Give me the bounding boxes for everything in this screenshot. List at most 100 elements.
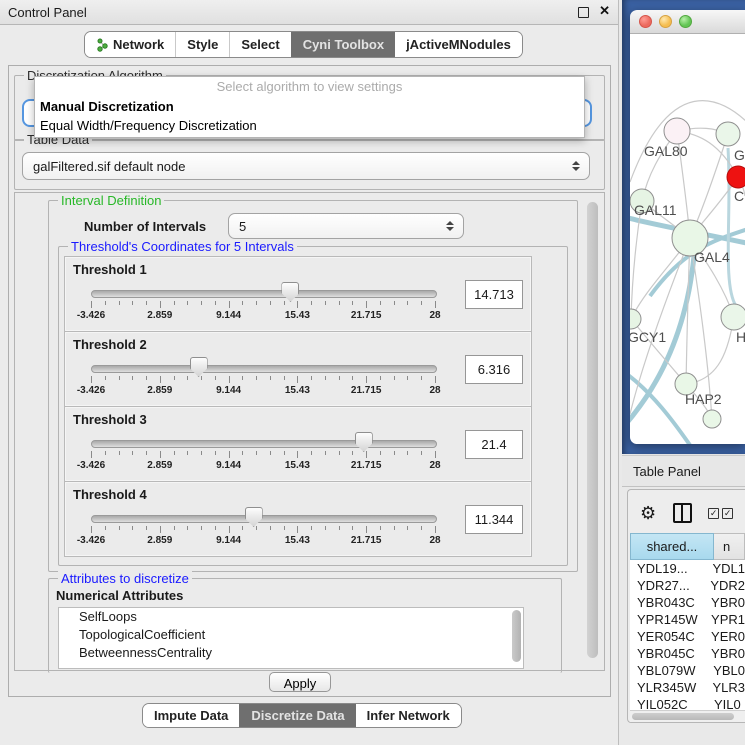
table-panel-titlebar: Table Panel — [622, 455, 745, 487]
column-header-shared-name[interactable]: shared... — [630, 533, 714, 560]
dropdown-placeholder: Select algorithm to view settings — [35, 77, 584, 97]
table-row[interactable]: YBL079WYBL0 — [630, 662, 745, 679]
node-bottom[interactable] — [703, 410, 721, 428]
node-right[interactable] — [721, 304, 745, 330]
slider-scale-labels: -3.4262.8599.14415.4321.71528 — [91, 310, 435, 322]
node-red-selected[interactable] — [727, 166, 745, 188]
threshold-2-box: Threshold 2 -3.4262.8599.14415.4321.7152… — [64, 331, 532, 407]
table-row[interactable]: YLR345WYLR3 — [630, 679, 745, 696]
algorithm-dropdown-popup: Select algorithm to view settings Manual… — [34, 76, 585, 138]
network-canvas[interactable]: GAL80 G. C GAL11 GAL4 GCY1 H HAP2 — [630, 34, 745, 444]
tab-cyni-toolbox[interactable]: Cyni Toolbox — [291, 32, 395, 57]
minimize-traffic-light-icon[interactable] — [659, 15, 672, 28]
network-window-titlebar — [630, 10, 745, 34]
slider-tick-marks — [91, 376, 435, 384]
node-label-gal4: GAL4 — [694, 249, 730, 265]
panel-title: Control Panel — [8, 5, 87, 20]
dropdown-option-manual[interactable]: Manual Discretization — [35, 97, 584, 116]
close-traffic-light-icon[interactable] — [639, 15, 652, 28]
tab-jactivemnodules[interactable]: jActiveMNodules — [395, 32, 522, 57]
table-row[interactable]: YIL052CYIL0 — [630, 696, 745, 710]
slider-scale-labels: -3.4262.8599.14415.4321.71528 — [91, 535, 435, 547]
checkbox-icon[interactable]: ✓ — [722, 508, 733, 519]
table-row[interactable]: YPR145WYPR1 — [630, 611, 745, 628]
node-top-right[interactable] — [716, 122, 740, 146]
tab-discretize-data[interactable]: Discretize Data — [239, 704, 355, 727]
list-item[interactable]: SelfLoops — [59, 608, 523, 626]
number-of-intervals-combobox[interactable]: 5 — [228, 213, 464, 239]
threshold-4-value-field[interactable]: 11.344 — [465, 505, 523, 534]
node-label-clipped-g: G. — [734, 147, 745, 163]
bottom-tabbar: Impute Data Discretize Data Infer Networ… — [142, 703, 462, 728]
node-label-gal80: GAL80 — [644, 143, 688, 159]
attributes-group-title: Attributes to discretize — [58, 571, 192, 586]
threshold-4-slider-track[interactable] — [91, 515, 437, 523]
numerical-attributes-list: SelfLoops TopologicalCoefficient Between… — [58, 607, 524, 669]
network-graph: GAL80 G. C GAL11 GAL4 GCY1 H HAP2 — [630, 34, 745, 444]
settings-vertical-scrollbar[interactable] — [587, 202, 598, 658]
threshold-1-slider-track[interactable] — [91, 290, 437, 298]
network-icon — [96, 38, 108, 52]
gear-icon[interactable]: ⚙ — [640, 504, 656, 522]
node-label-gcy1: GCY1 — [630, 329, 666, 345]
threshold-2-slider-track[interactable] — [91, 365, 437, 373]
table-panel-title: Table Panel — [633, 464, 701, 479]
slider-tick-marks — [91, 301, 435, 309]
threshold-1-box: Threshold 1 -3.4262.8599.14415.4321.7152… — [64, 256, 532, 332]
node-table: YDL19...YDL1 YDR27...YDR2 YBR043CYBR0 YP… — [630, 560, 745, 710]
close-icon[interactable]: ✕ — [599, 3, 610, 19]
tab-infer-network[interactable]: Infer Network — [356, 704, 461, 727]
threshold-1-slider-thumb[interactable] — [281, 282, 299, 302]
tab-label: Network — [113, 37, 164, 52]
numerical-attributes-label: Numerical Attributes — [56, 588, 183, 603]
node-label-clipped-h: H — [736, 329, 745, 345]
slider-tick-marks — [91, 451, 435, 459]
list-item[interactable]: TopologicalCoefficient — [59, 626, 523, 644]
threshold-4-slider-thumb[interactable] — [245, 507, 263, 527]
control-panel: Control Panel ✕ Network Style Se — [0, 0, 619, 745]
network-view-frame: GAL80 G. C GAL11 GAL4 GCY1 H HAP2 — [622, 0, 745, 454]
spinner-arrows-icon — [572, 161, 580, 171]
threshold-3-value-field[interactable]: 21.4 — [465, 430, 523, 459]
table-row[interactable]: YDL19...YDL1 — [630, 560, 745, 577]
slider-scale-labels: -3.4262.8599.14415.4321.71528 — [91, 460, 435, 472]
node-gal80[interactable] — [664, 118, 690, 144]
apply-button[interactable]: Apply — [269, 672, 331, 692]
slider-scale-labels: -3.4262.8599.14415.4321.71528 — [91, 385, 435, 397]
table-row[interactable]: YBR045CYBR0 — [630, 645, 745, 662]
threshold-2-slider-thumb[interactable] — [190, 357, 208, 377]
float-window-icon[interactable] — [578, 7, 589, 18]
list-item[interactable]: BetweennessCentrality — [59, 644, 523, 662]
slider-tick-marks — [91, 526, 435, 534]
table-panel-toolbar: ⚙ ✓ ✓ — [630, 500, 745, 526]
node-label-clipped-c: C — [734, 188, 744, 204]
attributes-list-scrollbar[interactable] — [512, 610, 521, 662]
tab-select[interactable]: Select — [229, 32, 290, 57]
threshold-4-box: Threshold 4 -3.4262.8599.14415.4321.7152… — [64, 481, 532, 557]
table-horizontal-scrollbar[interactable] — [630, 710, 745, 722]
interval-definition-title: Interval Definition — [58, 193, 164, 208]
table-row[interactable]: YDR27...YDR2 — [630, 577, 745, 594]
checkbox-icon[interactable]: ✓ — [708, 508, 719, 519]
tab-network[interactable]: Network — [85, 32, 175, 57]
tab-impute-data[interactable]: Impute Data — [143, 704, 239, 727]
top-tabbar: Network Style Select Cyni Toolbox jActiv… — [84, 31, 523, 58]
network-window: GAL80 G. C GAL11 GAL4 GCY1 H HAP2 — [630, 10, 745, 444]
zoom-traffic-light-icon[interactable] — [679, 15, 692, 28]
column-header-name[interactable]: n — [714, 533, 745, 560]
table-data-combobox[interactable]: galFiltered.sif default node — [22, 152, 590, 180]
threshold-3-slider-thumb[interactable] — [355, 432, 373, 452]
columns-icon[interactable] — [673, 503, 692, 523]
table-header-row: shared... n — [630, 533, 745, 560]
threshold-1-value-field[interactable]: 14.713 — [465, 280, 523, 309]
table-row[interactable]: YBR043CYBR0 — [630, 594, 745, 611]
scrollbar-thumb[interactable] — [632, 713, 734, 720]
dropdown-option-equal-width[interactable]: Equal Width/Frequency Discretization — [35, 116, 584, 135]
tab-style[interactable]: Style — [175, 32, 229, 57]
threshold-2-value-field[interactable]: 6.316 — [465, 355, 523, 384]
table-row[interactable]: YER054CYER0 — [630, 628, 745, 645]
table-data-value: galFiltered.sif default node — [33, 159, 185, 174]
threshold-3-slider-track[interactable] — [91, 440, 437, 448]
node-label-hap2: HAP2 — [685, 391, 722, 407]
node-gcy1[interactable] — [630, 309, 641, 329]
